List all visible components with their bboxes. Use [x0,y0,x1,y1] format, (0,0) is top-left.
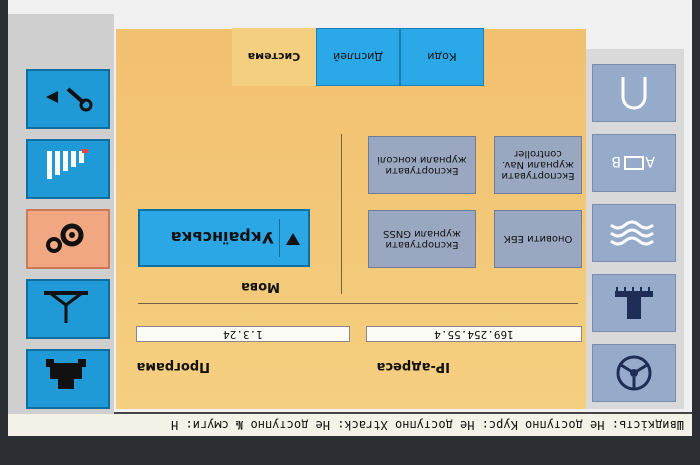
ip-label: IP-адреса [376,359,450,374]
wrench-icon [46,87,93,112]
rotated-display: Швидкість: Не доступно Курс: Не доступно… [0,0,700,464]
svg-text:B: B [611,153,621,169]
implement-button[interactable] [592,274,676,332]
svg-text:A: A [645,153,655,169]
implement-width-button[interactable] [26,279,110,339]
steering-wheel-icon [616,355,652,391]
update-ebk-button[interactable]: Оновити ЕБК [494,210,582,268]
export-nav-controller-logs-button[interactable]: Експортувати журнали Nav. controller [494,136,582,194]
export-gnss-logs-button[interactable]: Експортувати журнали GNSS [368,210,476,268]
settings-button[interactable] [26,209,110,269]
implement-width-icon [44,291,88,323]
steering-wheel-button[interactable] [592,344,676,402]
signal-bars-icon [47,149,88,179]
implement-icon [615,287,653,319]
signal-bars-button[interactable] [26,139,110,199]
export-console-logs-button[interactable]: Експортувати журнали консолі [368,136,476,194]
a-b-line-icon: A B [611,153,655,170]
language-value: Українська [170,228,274,247]
tab-display-label: Дисплей [333,50,383,63]
status-bar: Швидкість: Не доступно Курс: Не доступно… [8,412,692,436]
vertical-divider [341,134,342,294]
divider-line [138,303,578,304]
loop-icon [621,77,647,110]
wave-icon [610,220,654,246]
status-text: Швидкість: Не доступно Курс: Не доступно… [171,418,684,432]
tab-system-label: Система [247,50,301,63]
language-dropdown[interactable]: Українська [138,209,310,267]
tab-codes-label: Коди [427,50,457,63]
tab-codes[interactable]: Коди [400,28,484,86]
ip-address-field: 169.254.55.4 [366,326,582,342]
wave-button[interactable] [592,204,676,262]
program-version-field: 1.3.24 [136,326,350,342]
language-label: Мова [241,279,280,294]
tab-system[interactable]: Система [232,28,316,86]
dropdown-separator [279,219,280,257]
program-label: Програма [136,359,210,374]
triangle-down-icon [286,233,300,245]
tractor-button[interactable] [26,349,110,409]
loop-button[interactable] [592,64,676,122]
tab-display[interactable]: Дисплей [316,28,400,86]
tractor-icon [46,359,86,389]
wrench-button[interactable] [26,69,110,129]
a-b-line-button[interactable]: A B [592,134,676,192]
settings-gears-icon [46,223,84,253]
